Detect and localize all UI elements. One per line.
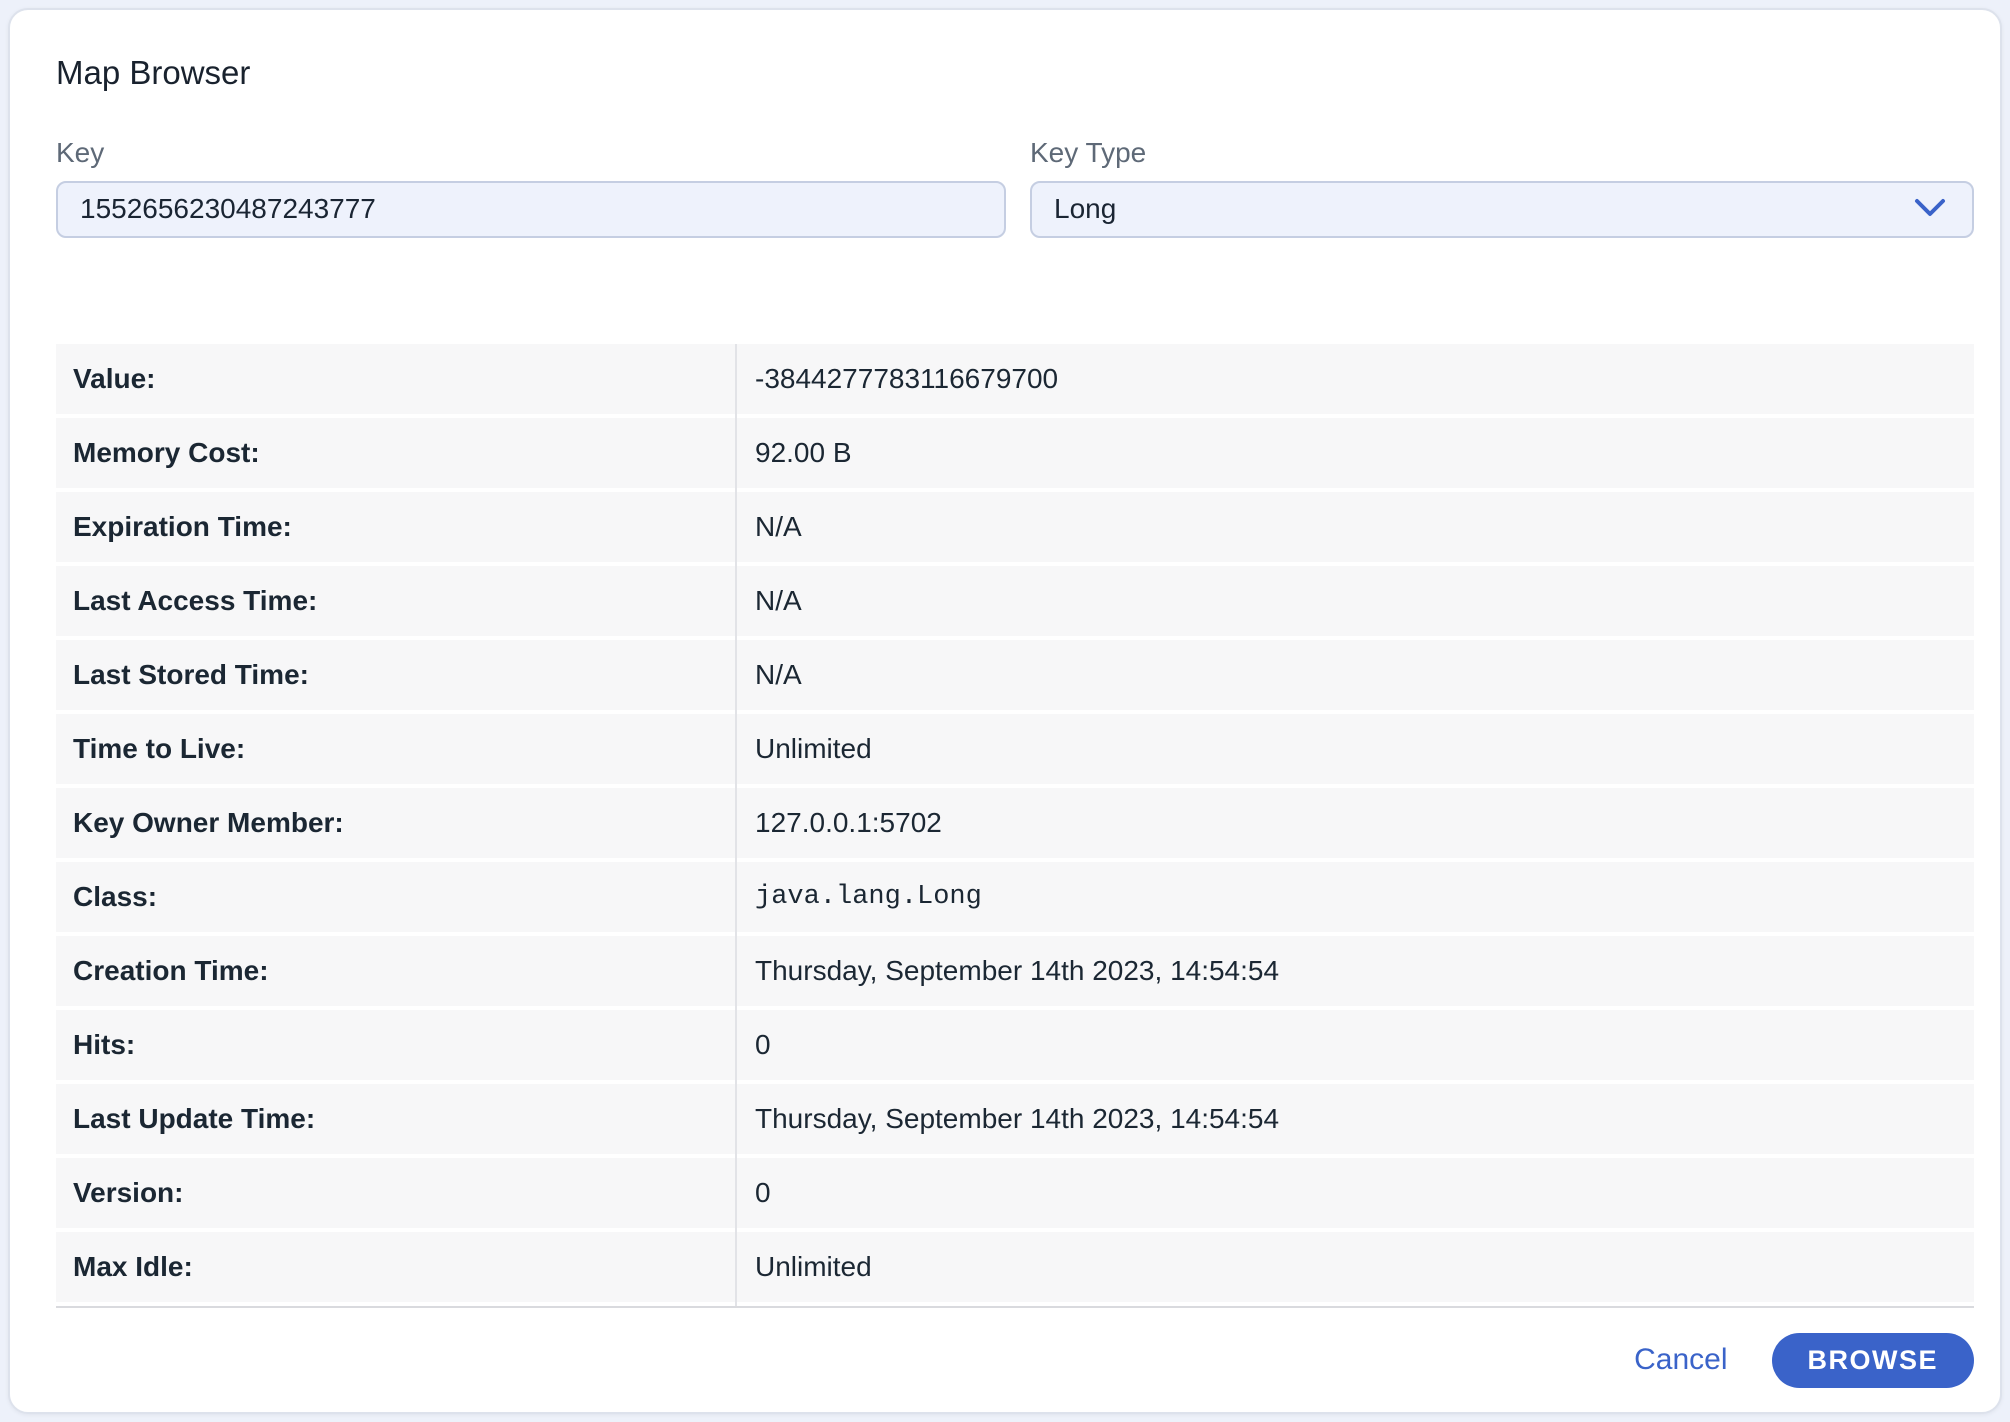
- table-row-value: Value: -3844277783116679700: [56, 344, 1974, 414]
- table-row-memory-cost: Memory Cost: 92.00 B: [56, 418, 1974, 488]
- row-label: Hits:: [56, 1029, 735, 1061]
- row-value: 0: [735, 1029, 1974, 1061]
- column-divider: [735, 344, 737, 1306]
- row-value: N/A: [735, 511, 1974, 543]
- table-row-max-idle: Max Idle: Unlimited: [56, 1232, 1974, 1302]
- key-field-group: Key: [56, 136, 1006, 238]
- dialog-title: Map Browser: [56, 54, 1962, 92]
- key-type-field-group: Key Type Long: [1030, 136, 1974, 238]
- row-value: N/A: [735, 585, 1974, 617]
- row-value: Thursday, September 14th 2023, 14:54:54: [735, 955, 1974, 987]
- row-value: -3844277783116679700: [735, 363, 1974, 395]
- key-input[interactable]: [56, 181, 1006, 238]
- table-row-last-access-time: Last Access Time: N/A: [56, 566, 1974, 636]
- row-label: Max Idle:: [56, 1251, 735, 1283]
- row-label: Key Owner Member:: [56, 807, 735, 839]
- row-label: Creation Time:: [56, 955, 735, 987]
- row-value: Unlimited: [735, 1251, 1974, 1283]
- row-label: Value:: [56, 363, 735, 395]
- table-row-creation-time: Creation Time: Thursday, September 14th …: [56, 936, 1974, 1006]
- row-label: Last Update Time:: [56, 1103, 735, 1135]
- table-row-last-update-time: Last Update Time: Thursday, September 14…: [56, 1084, 1974, 1154]
- row-label: Last Stored Time:: [56, 659, 735, 691]
- row-value: 0: [735, 1177, 1974, 1209]
- chevron-down-icon: [1914, 193, 1946, 225]
- table-row-version: Version: 0: [56, 1158, 1974, 1228]
- row-value: Unlimited: [735, 733, 1974, 765]
- row-label: Last Access Time:: [56, 585, 735, 617]
- row-label: Expiration Time:: [56, 511, 735, 543]
- key-type-label: Key Type: [1030, 136, 1974, 170]
- row-value: Thursday, September 14th 2023, 14:54:54: [735, 1103, 1974, 1135]
- row-label: Class:: [56, 881, 735, 913]
- table-row-expiration-time: Expiration Time: N/A: [56, 492, 1974, 562]
- entry-details-table: Value: -3844277783116679700 Memory Cost:…: [56, 344, 1974, 1308]
- key-form: Key Key Type Long: [56, 136, 1974, 238]
- cancel-button[interactable]: Cancel: [1634, 1343, 1727, 1377]
- browse-button[interactable]: BROWSE: [1772, 1333, 1975, 1388]
- row-label: Version:: [56, 1177, 735, 1209]
- row-label: Time to Live:: [56, 733, 735, 765]
- row-value: N/A: [735, 659, 1974, 691]
- map-browser-dialog: Map Browser Key Key Type Long Value: -38…: [8, 8, 2002, 1414]
- row-value: 92.00 B: [735, 437, 1974, 469]
- table-row-hits: Hits: 0: [56, 1010, 1974, 1080]
- table-row-last-stored-time: Last Stored Time: N/A: [56, 640, 1974, 710]
- table-row-key-owner-member: Key Owner Member: 127.0.0.1:5702: [56, 788, 1974, 858]
- row-value: 127.0.0.1:5702: [735, 807, 1974, 839]
- dialog-footer: Cancel BROWSE: [56, 1333, 1974, 1388]
- table-row-time-to-live: Time to Live: Unlimited: [56, 714, 1974, 784]
- key-type-selected-value: Long: [1054, 193, 1116, 225]
- key-label: Key: [56, 136, 1006, 170]
- row-label: Memory Cost:: [56, 437, 735, 469]
- key-type-select[interactable]: Long: [1030, 181, 1974, 238]
- table-row-class: Class: java.lang.Long: [56, 862, 1974, 932]
- row-value: java.lang.Long: [735, 882, 1974, 912]
